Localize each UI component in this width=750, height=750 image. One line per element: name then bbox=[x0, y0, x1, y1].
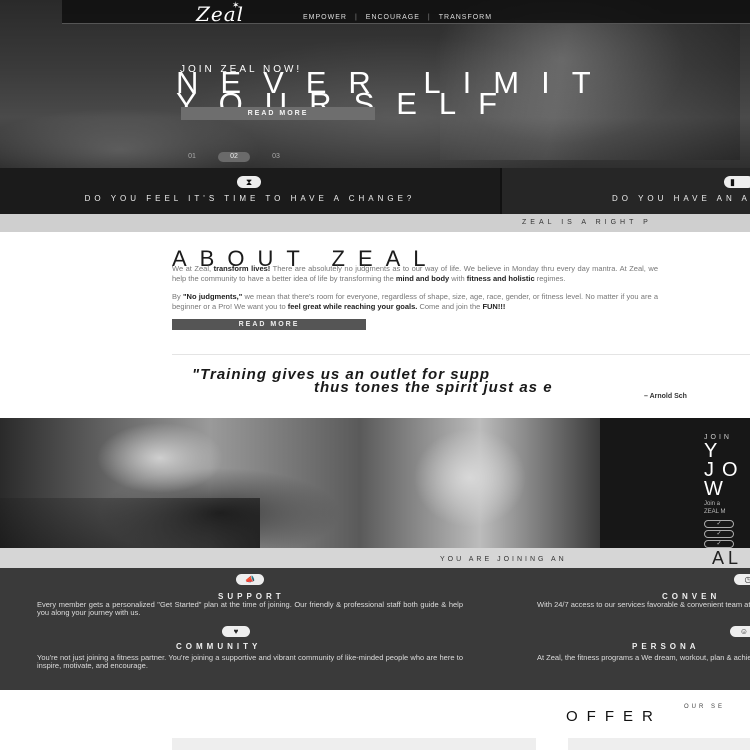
check-icon: ✓ bbox=[704, 540, 734, 548]
slide-dot-2[interactable]: 02 bbox=[218, 152, 250, 162]
feature-body-community: You're not just joining a fitness partne… bbox=[37, 653, 463, 670]
logo-star-icon: ✶ bbox=[232, 0, 240, 10]
info-banner: ZEAL IS A RIGHT P bbox=[0, 214, 750, 232]
clock-icon: ◷ bbox=[734, 574, 750, 585]
dumbbell-icon: ▮ bbox=[724, 176, 750, 188]
feature-body-personal: At Zeal, the fitness programs a We dream… bbox=[537, 653, 750, 662]
body-text: regimes. bbox=[534, 273, 566, 283]
body-text: Come and join the bbox=[417, 301, 483, 311]
joining-text: YOU ARE JOINING AN bbox=[440, 556, 567, 563]
tagline-separator: | bbox=[354, 14, 358, 21]
join-heading: Y JO W bbox=[704, 441, 746, 500]
cta-left[interactable]: ⧗ bbox=[0, 168, 500, 214]
feature-body-support: Every member gets a personalized "Get St… bbox=[37, 600, 463, 617]
hero-read-more-button[interactable]: READ MORE bbox=[181, 107, 375, 120]
hourglass-icon: ⧗ bbox=[237, 176, 261, 188]
about-paragraph-2: By "No judgments," we mean that there's … bbox=[172, 292, 658, 311]
feature-title-community: COMMUNITY bbox=[176, 642, 262, 651]
check-icon: ✓ bbox=[704, 520, 734, 528]
about-read-more-button[interactable]: READ MORE bbox=[172, 319, 366, 330]
emphasis-text: transform lives! bbox=[213, 264, 271, 273]
feature-title-personal: PERSONA bbox=[632, 642, 700, 651]
offer-card[interactable] bbox=[172, 738, 536, 750]
person-icon: ☺ bbox=[730, 626, 750, 637]
cta-strip: ⧗ ▮ DO YOU HAVE AN ACHIEVE YOUR G bbox=[0, 168, 750, 214]
tagline-empower: EMPOWER bbox=[303, 14, 347, 21]
join-box: JOIN Y JO W Join a ZEAL M ✓ ✓ ✓ bbox=[600, 418, 750, 548]
slide-dot-1[interactable]: 01 bbox=[176, 152, 208, 162]
offers-title: OFFER bbox=[566, 708, 662, 725]
joining-big-text: AL bbox=[712, 548, 743, 568]
offers-kicker: OUR SE bbox=[684, 704, 726, 710]
section-divider bbox=[172, 354, 750, 355]
quote: "Training gives us an outlet for supp th… bbox=[192, 367, 750, 395]
about-paragraph-1: We at Zeal, transform lives! There are a… bbox=[172, 264, 658, 283]
cta-right[interactable]: ▮ DO YOU HAVE AN ACHIEVE YOUR G bbox=[502, 168, 750, 214]
nav-tagline: EMPOWER | ENCOURAGE | TRANSFORM bbox=[303, 14, 492, 21]
tagline-encourage: ENCOURAGE bbox=[365, 14, 420, 21]
body-text: By bbox=[172, 292, 183, 301]
features-section: 📣 SUPPORT Every member gets a personaliz… bbox=[0, 568, 750, 690]
join-text-line2: ZEAL M bbox=[704, 509, 726, 515]
cta-left-text: DO YOU FEEL IT'S TIME TO HAVE A CHANGE? bbox=[84, 194, 416, 203]
hero-section: Zeal ✶ EMPOWER | ENCOURAGE | TRANSFORM J… bbox=[0, 0, 750, 168]
megaphone-icon: 📣 bbox=[236, 574, 264, 585]
training-photo bbox=[0, 418, 600, 548]
tagline-transform: TRANSFORM bbox=[438, 14, 493, 21]
top-nav: Zeal ✶ EMPOWER | ENCOURAGE | TRANSFORM bbox=[62, 0, 750, 26]
cta-right-text: DO YOU HAVE AN ACHIEVE YOUR G bbox=[612, 194, 750, 203]
emphasis-text: mind and body bbox=[395, 273, 450, 283]
join-text: Join a ZEAL M bbox=[704, 500, 725, 516]
quote-author: – Arnold Sch bbox=[644, 393, 687, 400]
emphasis-text: FUN!!! bbox=[482, 301, 506, 311]
body-text: with bbox=[449, 273, 467, 283]
check-icon: ✓ bbox=[704, 530, 734, 538]
slider-dots: 01 02 03 bbox=[176, 152, 292, 162]
joining-strip: YOU ARE JOINING AN AL bbox=[0, 548, 750, 568]
banner-text: ZEAL IS A RIGHT P bbox=[522, 219, 652, 226]
feature-body-convenience: With 24/7 access to our services favorab… bbox=[537, 600, 750, 609]
offer-card[interactable] bbox=[568, 738, 750, 750]
body-text: We at Zeal, bbox=[172, 264, 214, 273]
join-text-line1: Join a bbox=[704, 501, 721, 507]
slide-dot-3[interactable]: 03 bbox=[260, 152, 292, 162]
tagline-separator: | bbox=[427, 14, 431, 21]
emphasis-text: fitness and holistic bbox=[466, 273, 535, 283]
join-heading-line3: W bbox=[704, 478, 731, 500]
emphasis-text: "No judgments," bbox=[182, 292, 243, 301]
emphasis-text: feel great while reaching your goals. bbox=[287, 301, 418, 311]
heart-icon: ♥ bbox=[222, 626, 250, 637]
